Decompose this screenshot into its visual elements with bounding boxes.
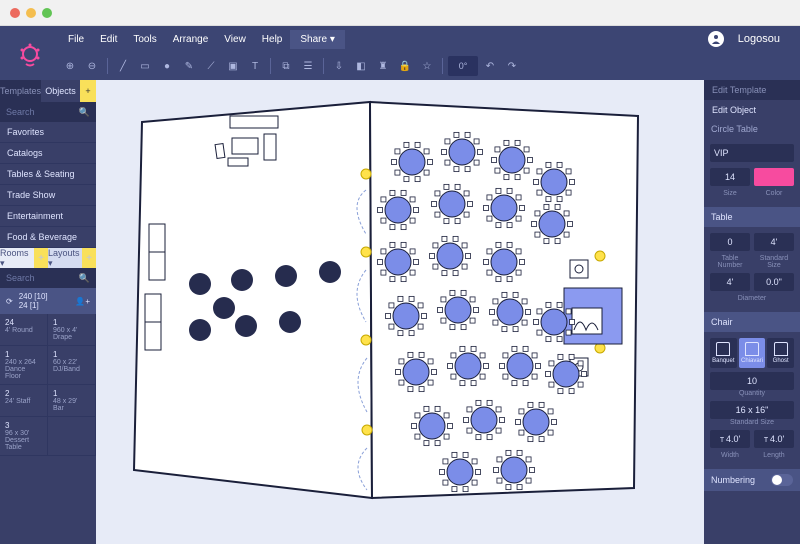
tab-edit-template[interactable]: Edit Template <box>704 80 800 100</box>
chair-icon[interactable]: ♜ <box>373 56 393 76</box>
cat-favorites[interactable]: Favorites <box>0 122 96 143</box>
user-name: Logosou <box>730 29 788 49</box>
chair-ghost[interactable]: Ghost <box>767 338 794 368</box>
toggle-switch-icon <box>771 474 793 486</box>
image-tool-icon[interactable]: ▣ <box>223 56 243 76</box>
user-menu[interactable]: Logosou <box>708 29 800 49</box>
section-chair: Chair <box>704 312 800 332</box>
rooms-add[interactable]: + <box>34 248 48 268</box>
name-input[interactable]: VIP <box>710 144 794 162</box>
object-type: Circle Table <box>704 120 800 138</box>
chair-banquet[interactable]: Banquet <box>710 338 737 368</box>
app-logo-icon <box>16 40 44 68</box>
cat-tables[interactable]: Tables & Seating <box>0 164 96 185</box>
std-size-select[interactable]: 4' <box>754 233 794 251</box>
window-max[interactable] <box>42 8 52 18</box>
rect-tool-icon[interactable]: ▭ <box>135 56 155 76</box>
toolbar: ⊕ ⊖ ╱ ▭ ● ✎ ⟋ ▣ T ⧉ ☰ ⇩ ◧ ♜ 🔒 ☆ 0° ↶ ↷ <box>0 52 800 80</box>
cat-catalogs[interactable]: Catalogs <box>0 143 96 164</box>
window-close[interactable] <box>10 8 20 18</box>
quantity-input[interactable]: 10 <box>710 372 794 390</box>
tab-objects[interactable]: Objects <box>41 80 80 102</box>
list-item[interactable] <box>48 417 96 456</box>
group-icon[interactable]: ⧉ <box>276 56 296 76</box>
menu-help[interactable]: Help <box>254 30 291 49</box>
menu-tools[interactable]: Tools <box>125 30 164 49</box>
section-table: Table <box>704 207 800 227</box>
chair-size-select[interactable]: 16 x 16" <box>710 401 794 419</box>
canvas[interactable] <box>96 80 704 544</box>
paint-icon[interactable]: ◧ <box>351 56 371 76</box>
color-swatch[interactable] <box>754 168 794 186</box>
menu-view[interactable]: View <box>216 30 254 49</box>
download-icon[interactable]: ⇩ <box>329 56 349 76</box>
right-panel: Edit Template Edit Object Circle Table V… <box>704 80 800 544</box>
text-tool-icon[interactable]: T <box>245 56 265 76</box>
zoom-out-icon[interactable]: ⊖ <box>82 56 102 76</box>
menu-arrange[interactable]: Arrange <box>165 30 217 49</box>
zoom-in-icon[interactable]: ⊕ <box>60 56 80 76</box>
star-icon[interactable]: ☆ <box>417 56 437 76</box>
cat-food[interactable]: Food & Beverage <box>0 227 96 248</box>
cat-tradeshow[interactable]: Trade Show <box>0 185 96 206</box>
menu-file[interactable]: File <box>60 30 92 49</box>
circle-tool-icon[interactable]: ● <box>157 56 177 76</box>
list-item[interactable]: 148 x 29' Bar <box>48 385 96 417</box>
list-item[interactable]: 1960 x 4' Drape <box>48 314 96 346</box>
tab-templates[interactable]: Templates <box>0 80 41 102</box>
width-input[interactable]: T 4.0' <box>710 430 750 448</box>
tab-rooms[interactable]: Rooms ▾ <box>0 248 34 268</box>
object-list: 244' Round 1960 x 4' Drape 1240 x 264 Da… <box>0 314 96 456</box>
pencil-tool-icon[interactable]: ✎ <box>179 56 199 76</box>
lock-icon[interactable]: 🔒 <box>395 56 415 76</box>
cat-entertainment[interactable]: Entertainment <box>0 206 96 227</box>
diameter-ft-input[interactable]: 4' <box>710 273 750 291</box>
layouts-add[interactable]: + <box>82 248 96 268</box>
tab-edit-object[interactable]: Edit Object <box>704 100 800 120</box>
length-input[interactable]: T 4.0' <box>754 430 794 448</box>
list-item[interactable]: 244' Round <box>0 314 48 346</box>
menu-share[interactable]: Share ▾ <box>290 30 344 49</box>
layers-icon[interactable]: ☰ <box>298 56 318 76</box>
table-number-input[interactable]: 0 <box>710 233 750 251</box>
user-avatar-icon <box>708 31 724 47</box>
search-input[interactable]: Search🔍 <box>0 102 96 122</box>
tab-layouts[interactable]: Layouts ▾ <box>48 248 82 268</box>
rooms-search-input[interactable]: Search🔍 <box>0 268 96 288</box>
floor-plan[interactable] <box>116 94 646 514</box>
left-panel: Templates Objects + Search🔍 Favorites Ca… <box>0 80 96 544</box>
list-item[interactable]: 396 x 30' Dessert Table <box>0 417 48 456</box>
numbering-toggle[interactable]: Numbering <box>704 469 800 491</box>
diameter-in-input[interactable]: 0.0" <box>754 273 794 291</box>
list-item[interactable]: 224' Staff <box>0 385 48 417</box>
redo-icon[interactable]: ↷ <box>502 56 522 76</box>
list-item[interactable]: 160 x 22' DJ/Band <box>48 346 96 385</box>
rotation-input[interactable]: 0° <box>448 56 478 76</box>
menu-edit[interactable]: Edit <box>92 30 125 49</box>
tab-add[interactable]: + <box>80 80 96 102</box>
undo-icon[interactable]: ↶ <box>480 56 500 76</box>
line-tool-icon[interactable]: ╱ <box>113 56 133 76</box>
size-input[interactable]: 14 <box>710 168 750 186</box>
room-stats: ⟳240 [10]24 [1] 👤+ <box>0 288 96 314</box>
measure-tool-icon[interactable]: ⟋ <box>201 56 221 76</box>
chair-chiavari[interactable]: Chiavari <box>739 338 766 368</box>
list-item[interactable]: 1240 x 264 Dance Floor <box>0 346 48 385</box>
window-min[interactable] <box>26 8 36 18</box>
